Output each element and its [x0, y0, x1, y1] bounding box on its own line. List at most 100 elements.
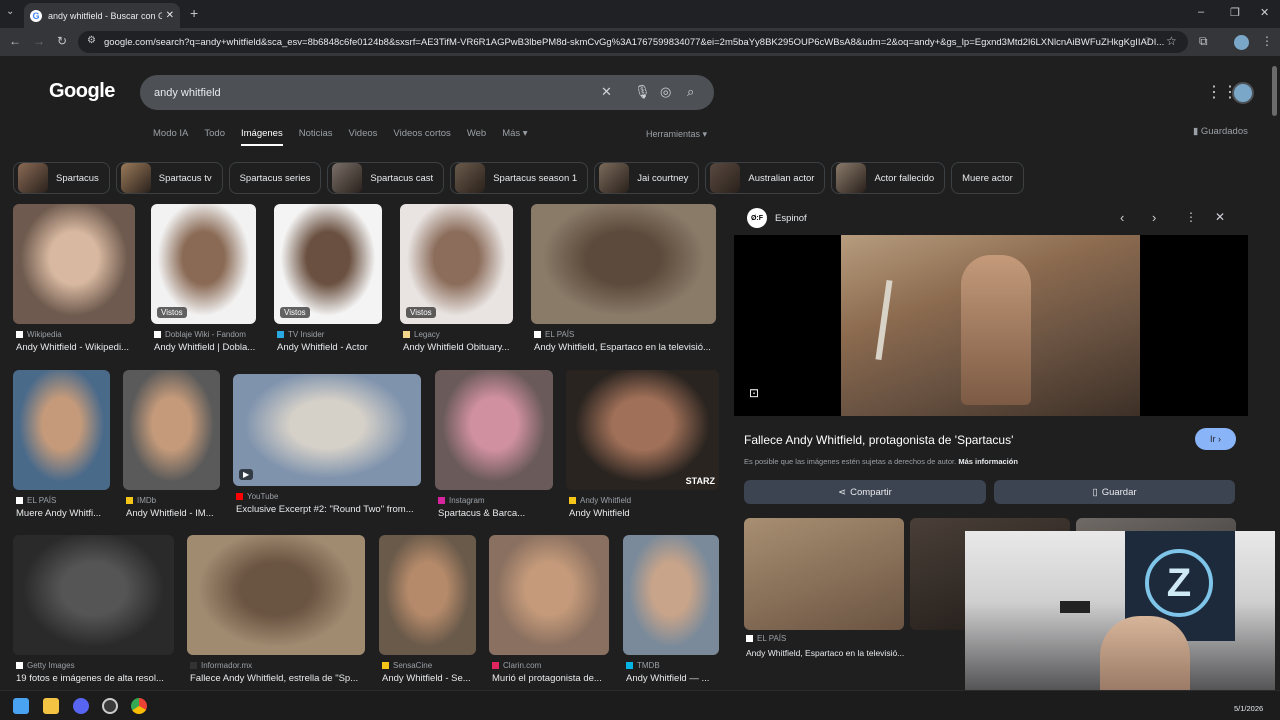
- tab-modo-ia[interactable]: Modo IA: [153, 128, 188, 146]
- tab-videos[interactable]: Videos: [349, 128, 378, 146]
- chip-spartacus-season-1[interactable]: Spartacus season 1: [450, 162, 589, 194]
- result-caption[interactable]: Andy Whitfield - Wikipedi...: [16, 342, 142, 353]
- result-caption[interactable]: Andy Whitfield Obituary...: [403, 342, 520, 353]
- result-thumbnail[interactable]: Vistos: [151, 204, 256, 324]
- next-icon[interactable]: ›: [1152, 210, 1156, 225]
- chip-spartacus-cast[interactable]: Spartacus cast: [327, 162, 445, 194]
- tab-close-icon[interactable]: ✕: [166, 10, 174, 21]
- result-caption[interactable]: Muere Andy Whitfi...: [16, 508, 117, 519]
- go-button[interactable]: Ir ›: [1195, 428, 1236, 450]
- search-box[interactable]: ✕ 🎙 ◎ ⌕: [140, 75, 714, 110]
- clear-icon[interactable]: ✕: [601, 84, 612, 100]
- result-caption[interactable]: 19 fotos e imágenes de alta resol...: [16, 673, 181, 684]
- browser-menu-icon[interactable]: ⋮: [1261, 34, 1273, 48]
- maximize-button[interactable]: ❐: [1230, 6, 1240, 19]
- result-caption[interactable]: Exclusive Excerpt #2: "Round Two" from..…: [236, 504, 428, 515]
- tab-noticias[interactable]: Noticias: [299, 128, 333, 146]
- chip-actor-fallecido[interactable]: Actor fallecido: [831, 162, 946, 194]
- result-caption[interactable]: Andy Whitfield - Se...: [382, 673, 483, 684]
- preview-image-frame[interactable]: ⊡: [734, 235, 1248, 416]
- voice-search-icon[interactable]: 🎙: [634, 84, 651, 100]
- chip-jai-courtney[interactable]: Jai courtney: [594, 162, 700, 194]
- chip-spartacus[interactable]: Spartacus: [13, 162, 110, 194]
- panel-title[interactable]: Fallece Andy Whitfield, protagonista de …: [744, 433, 1013, 447]
- page-scrollbar[interactable]: [1272, 66, 1277, 116]
- tab-search-icon[interactable]: ⌄: [6, 6, 14, 17]
- search-input[interactable]: [154, 84, 574, 102]
- result-thumbnail[interactable]: [379, 535, 476, 655]
- profile-avatar[interactable]: [1234, 35, 1249, 50]
- forward-icon[interactable]: →: [33, 34, 45, 48]
- result-caption[interactable]: Murió el protagonista de...: [492, 673, 616, 684]
- google-logo[interactable]: Google: [49, 80, 115, 103]
- prev-icon[interactable]: ‹: [1120, 210, 1124, 225]
- discord-icon[interactable]: [73, 698, 89, 714]
- result-thumbnail[interactable]: [531, 204, 716, 324]
- panel-site-name[interactable]: Espinof: [775, 213, 807, 224]
- extensions-icon[interactable]: ⧉: [1199, 34, 1208, 49]
- bookmark-star-icon[interactable]: ☆: [1166, 34, 1177, 48]
- tab-todo[interactable]: Todo: [204, 128, 225, 146]
- result-thumbnail[interactable]: Vistos: [400, 204, 513, 324]
- tab-web[interactable]: Web: [467, 128, 486, 146]
- disclaimer-text: Es posible que las imágenes estén sujeta…: [744, 457, 957, 466]
- eye-off-icon[interactable]: ◌: [1144, 34, 1151, 46]
- minimize-button[interactable]: –: [1198, 6, 1204, 18]
- tools-button[interactable]: Herramientas ▾: [646, 129, 707, 140]
- result-caption[interactable]: Spartacus & Barca...: [438, 508, 560, 519]
- result-thumbnail[interactable]: [489, 535, 609, 655]
- chip-spartacus-series[interactable]: Spartacus series: [228, 162, 322, 194]
- result-thumbnail[interactable]: [13, 370, 110, 490]
- windows-start-icon[interactable]: [13, 698, 29, 714]
- chip-spartacus-tv[interactable]: Spartacus tv: [115, 162, 223, 194]
- result-thumbnail[interactable]: [123, 370, 220, 490]
- more-options-icon[interactable]: ⋮: [1185, 210, 1197, 224]
- new-tab-button[interactable]: +: [190, 5, 198, 21]
- saved-button[interactable]: ▮ Guardados: [1193, 126, 1248, 137]
- result-source-label: Doblaje Wiki - Fandom: [165, 330, 246, 339]
- site-info-icon[interactable]: ⚙: [87, 35, 96, 46]
- result-thumbnail[interactable]: Vistos: [274, 204, 382, 324]
- wall-logo-icon: Z: [1145, 549, 1213, 617]
- result-caption[interactable]: Fallece Andy Whitfield, estrella de "Sp.…: [190, 673, 372, 684]
- result-source: TMDB: [626, 661, 660, 670]
- result-thumbnail[interactable]: ▶: [233, 374, 421, 486]
- related-caption[interactable]: Andy Whitfield, Espartaco en la televisi…: [746, 648, 904, 658]
- chip-australian-actor[interactable]: Australian actor: [705, 162, 826, 194]
- result-caption[interactable]: Andy Whitfield - IM...: [126, 508, 227, 519]
- more-info-link[interactable]: Más información: [958, 457, 1018, 466]
- reload-icon[interactable]: ↻: [57, 34, 67, 48]
- app-icon[interactable]: [102, 698, 118, 714]
- result-thumbnail[interactable]: [13, 204, 135, 324]
- result-thumbnail[interactable]: [435, 370, 553, 490]
- chrome-icon[interactable]: [131, 698, 147, 714]
- result-thumbnail[interactable]: [187, 535, 365, 655]
- share-button[interactable]: ⋖ Compartir: [744, 480, 986, 504]
- chip-label: Spartacus: [56, 172, 99, 184]
- result-caption[interactable]: Andy Whitfield | Dobla...: [154, 342, 263, 353]
- related-image[interactable]: [744, 518, 904, 630]
- tab-im-genes[interactable]: Imágenes: [241, 128, 283, 146]
- chip-muere-actor[interactable]: Muere actor: [951, 162, 1024, 194]
- account-avatar[interactable]: [1232, 82, 1254, 104]
- result-caption[interactable]: Andy Whitfield - Actor: [277, 342, 389, 353]
- close-panel-icon[interactable]: ✕: [1215, 210, 1225, 224]
- search-tabs: Modo IA Todo Imágenes Noticias Videos Videos …: [153, 128, 544, 146]
- result-thumbnail[interactable]: [13, 535, 174, 655]
- browser-tab[interactable]: G andy whitfield - Buscar con Goo ✕: [24, 3, 180, 28]
- tab-m-s[interactable]: Más ▾: [502, 128, 527, 146]
- tab-videos-cortos[interactable]: Videos cortos: [393, 128, 450, 146]
- back-icon[interactable]: ←: [9, 34, 21, 48]
- search-icon[interactable]: ⌕: [687, 84, 694, 100]
- result-caption[interactable]: Andy Whitfield: [569, 508, 726, 519]
- file-explorer-icon[interactable]: [43, 698, 59, 714]
- lens-icon[interactable]: ◎: [660, 84, 671, 100]
- address-bar[interactable]: ⚙ google.com/search?q=andy+whitfield&sca…: [78, 31, 1188, 53]
- result-caption[interactable]: Andy Whitfield — ...: [626, 673, 726, 684]
- save-button[interactable]: ▯ Guardar: [994, 480, 1235, 504]
- result-caption[interactable]: Andy Whitfield, Espartaco en la televisi…: [534, 342, 723, 353]
- close-window-button[interactable]: ✕: [1260, 6, 1269, 19]
- result-thumbnail[interactable]: [623, 535, 719, 655]
- result-thumbnail[interactable]: STARZ: [566, 370, 719, 490]
- lens-search-icon[interactable]: ⊡: [749, 386, 759, 400]
